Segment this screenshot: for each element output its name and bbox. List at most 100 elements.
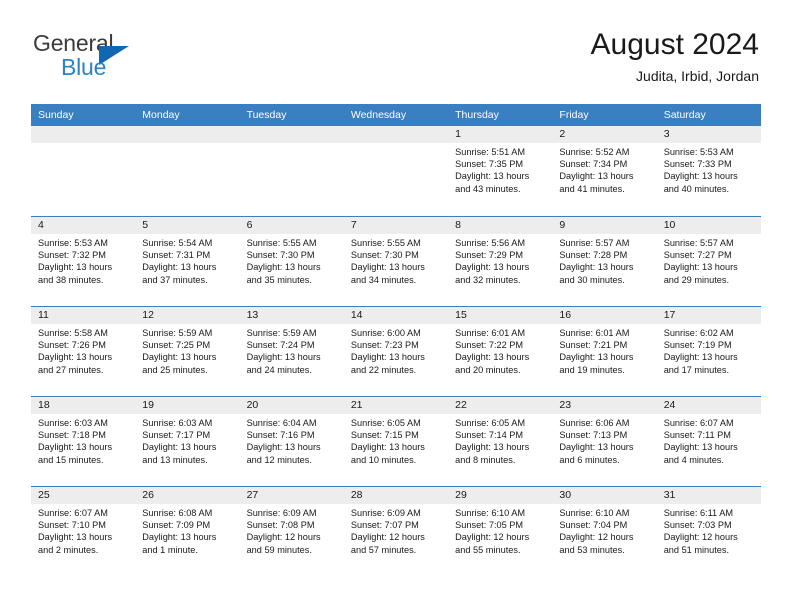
day-details: Sunrise: 5:52 AM Sunset: 7:34 PM Daylight:… [552, 143, 656, 195]
day-cell[interactable]: 28 Sunrise: 6:09 AM Sunset: 7:07 PM Dayligh… [343, 487, 449, 576]
day-details: Sunrise: 6:00 AM Sunset: 7:23 PM Daylight:… [344, 324, 448, 376]
weekday-header-saturday: Saturday [663, 109, 706, 121]
sunset-text: Sunset: 7:28 PM [559, 250, 628, 261]
day-cell[interactable]: 16 Sunrise: 6:01 AM Sunset: 7:21 PM Dayligh… [552, 307, 657, 396]
sunset-text: Sunset: 7:32 PM [38, 250, 106, 261]
daylight-text-line1: Daylight: 13 hours [455, 442, 530, 453]
day-number-bar: 10 [656, 217, 761, 234]
day-number-bar: 25 [31, 487, 136, 504]
day-number-bar [31, 126, 136, 143]
day-cell[interactable]: 15 Sunrise: 6:01 AM Sunset: 7:22 PM Dayligh… [448, 307, 553, 396]
day-number: 26 [142, 489, 154, 501]
day-cell[interactable]: 1 Sunrise: 5:51 AM Sunset: 7:35 PM Daylight… [448, 126, 553, 216]
day-details: Sunrise: 6:03 AM Sunset: 7:17 PM Daylight:… [135, 414, 239, 466]
day-cell[interactable]: 18 Sunrise: 6:03 AM Sunset: 7:18 PM Dayligh… [31, 397, 136, 486]
day-cell[interactable]: 22 Sunrise: 6:05 AM Sunset: 7:14 PM Dayligh… [448, 397, 553, 486]
sunrise-text: Sunrise: 5:55 AM [246, 238, 317, 248]
day-cell[interactable]: 11 Sunrise: 5:58 AM Sunset: 7:26 PM Dayligh… [31, 307, 136, 396]
day-cell[interactable]: 21 Sunrise: 6:05 AM Sunset: 7:15 PM Dayligh… [343, 397, 449, 486]
day-cell[interactable]: 9 Sunrise: 5:57 AM Sunset: 7:28 PM Daylight… [552, 217, 657, 306]
day-details: Sunrise: 6:09 AM Sunset: 7:07 PM Daylight:… [344, 504, 448, 556]
day-cell[interactable]: 19 Sunrise: 6:03 AM Sunset: 7:17 PM Dayligh… [135, 397, 240, 486]
day-cell[interactable]: 17 Sunrise: 6:02 AM Sunset: 7:19 PM Dayligh… [656, 307, 761, 396]
sunset-text: Sunset: 7:07 PM [350, 520, 419, 531]
day-number-bar: 4 [31, 217, 136, 234]
day-number-bar: 24 [656, 397, 761, 414]
sunset-text: Sunset: 7:14 PM [455, 430, 524, 441]
week-row: 1 Sunrise: 5:51 AM Sunset: 7:35 PM Daylight… [31, 126, 761, 216]
weekday-header-monday: Monday [142, 109, 180, 121]
day-cell[interactable]: 13 Sunrise: 5:59 AM Sunset: 7:24 PM Dayligh… [239, 307, 344, 396]
day-number: 20 [246, 399, 259, 411]
daylight-text-line1: Daylight: 12 hours [455, 532, 530, 543]
day-cell[interactable]: 26 Sunrise: 6:08 AM Sunset: 7:09 PM Dayligh… [135, 487, 240, 576]
day-number-bar: 20 [239, 397, 344, 414]
day-cell[interactable]: 29 Sunrise: 6:10 AM Sunset: 7:05 PM Dayligh… [448, 487, 553, 576]
day-number-bar: 6 [239, 217, 344, 234]
sunrise-text: Sunrise: 6:09 AM [350, 508, 421, 518]
day-number: 3 [663, 128, 670, 140]
daylight-text-line2: and 13 minutes. [142, 454, 208, 465]
sunset-text: Sunset: 7:33 PM [663, 159, 732, 170]
day-number-bar: 3 [656, 126, 761, 143]
day-cell[interactable]: 20 Sunrise: 6:04 AM Sunset: 7:16 PM Dayligh… [239, 397, 344, 486]
day-details: Sunrise: 6:04 AM Sunset: 7:16 PM Daylight:… [240, 414, 344, 466]
day-cell[interactable]: 30 Sunrise: 6:10 AM Sunset: 7:04 PM Dayligh… [552, 487, 657, 576]
day-cell[interactable]: 24 Sunrise: 6:07 AM Sunset: 7:11 PM Dayligh… [656, 397, 761, 486]
daylight-text-line2: and 27 minutes. [38, 364, 104, 375]
daylight-text-line2: and 15 minutes. [38, 454, 104, 465]
day-number-bar: 19 [135, 397, 240, 414]
day-number-bar: 12 [135, 307, 240, 324]
daylight-text-line2: and 53 minutes. [559, 544, 625, 555]
day-number: 30 [559, 489, 572, 501]
sunrise-text: Sunrise: 5:59 AM [142, 328, 213, 338]
day-cell[interactable]: 23 Sunrise: 6:06 AM Sunset: 7:13 PM Dayligh… [552, 397, 657, 486]
day-details: Sunrise: 6:01 AM Sunset: 7:22 PM Daylight:… [448, 324, 552, 376]
sunset-text: Sunset: 7:10 PM [38, 520, 106, 531]
day-number: 9 [559, 219, 566, 231]
day-cell[interactable]: 8 Sunrise: 5:56 AM Sunset: 7:29 PM Daylight… [448, 217, 553, 306]
day-cell[interactable]: 12 Sunrise: 5:59 AM Sunset: 7:25 PM Dayligh… [135, 307, 240, 396]
day-cell[interactable]: 14 Sunrise: 6:00 AM Sunset: 7:23 PM Dayligh… [343, 307, 449, 396]
day-cell[interactable]: 10 Sunrise: 5:57 AM Sunset: 7:27 PM Dayligh… [656, 217, 761, 306]
day-number: 7 [350, 219, 357, 231]
day-number: 17 [663, 309, 676, 321]
daylight-text-line1: Daylight: 13 hours [663, 171, 738, 182]
sunrise-text: Sunrise: 6:01 AM [559, 328, 630, 338]
day-details: Sunrise: 5:57 AM Sunset: 7:28 PM Daylight:… [552, 234, 656, 286]
daylight-text-line1: Daylight: 13 hours [38, 262, 113, 273]
day-cell[interactable]: 4 Sunrise: 5:53 AM Sunset: 7:32 PM Daylight… [31, 217, 136, 306]
day-number: 28 [350, 489, 363, 501]
daylight-text-line1: Daylight: 13 hours [38, 442, 113, 453]
day-number: 23 [559, 399, 572, 411]
day-details: Sunrise: 6:07 AM Sunset: 7:10 PM Daylight:… [31, 504, 135, 556]
weekday-header-wednesday: Wednesday [350, 109, 407, 121]
day-cell[interactable]: 31 Sunrise: 6:11 AM Sunset: 7:03 PM Dayligh… [656, 487, 761, 576]
daylight-text-line1: Daylight: 13 hours [246, 262, 321, 273]
day-number-bar: 29 [448, 487, 553, 504]
sunset-text: Sunset: 7:30 PM [246, 250, 315, 261]
day-cell[interactable]: 2 Sunrise: 5:52 AM Sunset: 7:34 PM Daylight… [552, 126, 657, 216]
day-number: 25 [38, 489, 50, 501]
sunrise-text: Sunrise: 6:08 AM [142, 508, 213, 518]
daylight-text-line1: Daylight: 13 hours [38, 532, 113, 543]
brand-logo[interactable]: General Blue [33, 32, 233, 88]
day-number: 2 [559, 128, 566, 140]
sunrise-text: Sunrise: 5:53 AM [38, 238, 108, 248]
day-details: Sunrise: 5:54 AM Sunset: 7:31 PM Daylight:… [135, 234, 239, 286]
sunrise-text: Sunrise: 6:10 AM [455, 508, 526, 518]
day-cell[interactable]: 7 Sunrise: 5:55 AM Sunset: 7:30 PM Daylight… [343, 217, 449, 306]
day-cell[interactable]: 5 Sunrise: 5:54 AM Sunset: 7:31 PM Daylight… [135, 217, 240, 306]
sunset-text: Sunset: 7:35 PM [455, 159, 524, 170]
day-details: Sunrise: 6:08 AM Sunset: 7:09 PM Daylight:… [135, 504, 239, 556]
brand-name-blue: Blue [61, 54, 107, 80]
sunrise-text: Sunrise: 5:54 AM [142, 238, 213, 248]
day-cell[interactable]: 27 Sunrise: 6:09 AM Sunset: 7:08 PM Dayligh… [239, 487, 344, 576]
daylight-text-line2: and 40 minutes. [663, 183, 730, 194]
day-cell[interactable]: 3 Sunrise: 5:53 AM Sunset: 7:33 PM Daylight… [656, 126, 761, 216]
daylight-text-line1: Daylight: 13 hours [455, 352, 530, 363]
sunrise-text: Sunrise: 5:53 AM [663, 147, 734, 157]
day-number-bar: 21 [343, 397, 449, 414]
day-cell[interactable]: 6 Sunrise: 5:55 AM Sunset: 7:30 PM Daylight… [239, 217, 344, 306]
day-cell[interactable]: 25 Sunrise: 6:07 AM Sunset: 7:10 PM Dayligh… [31, 487, 136, 576]
